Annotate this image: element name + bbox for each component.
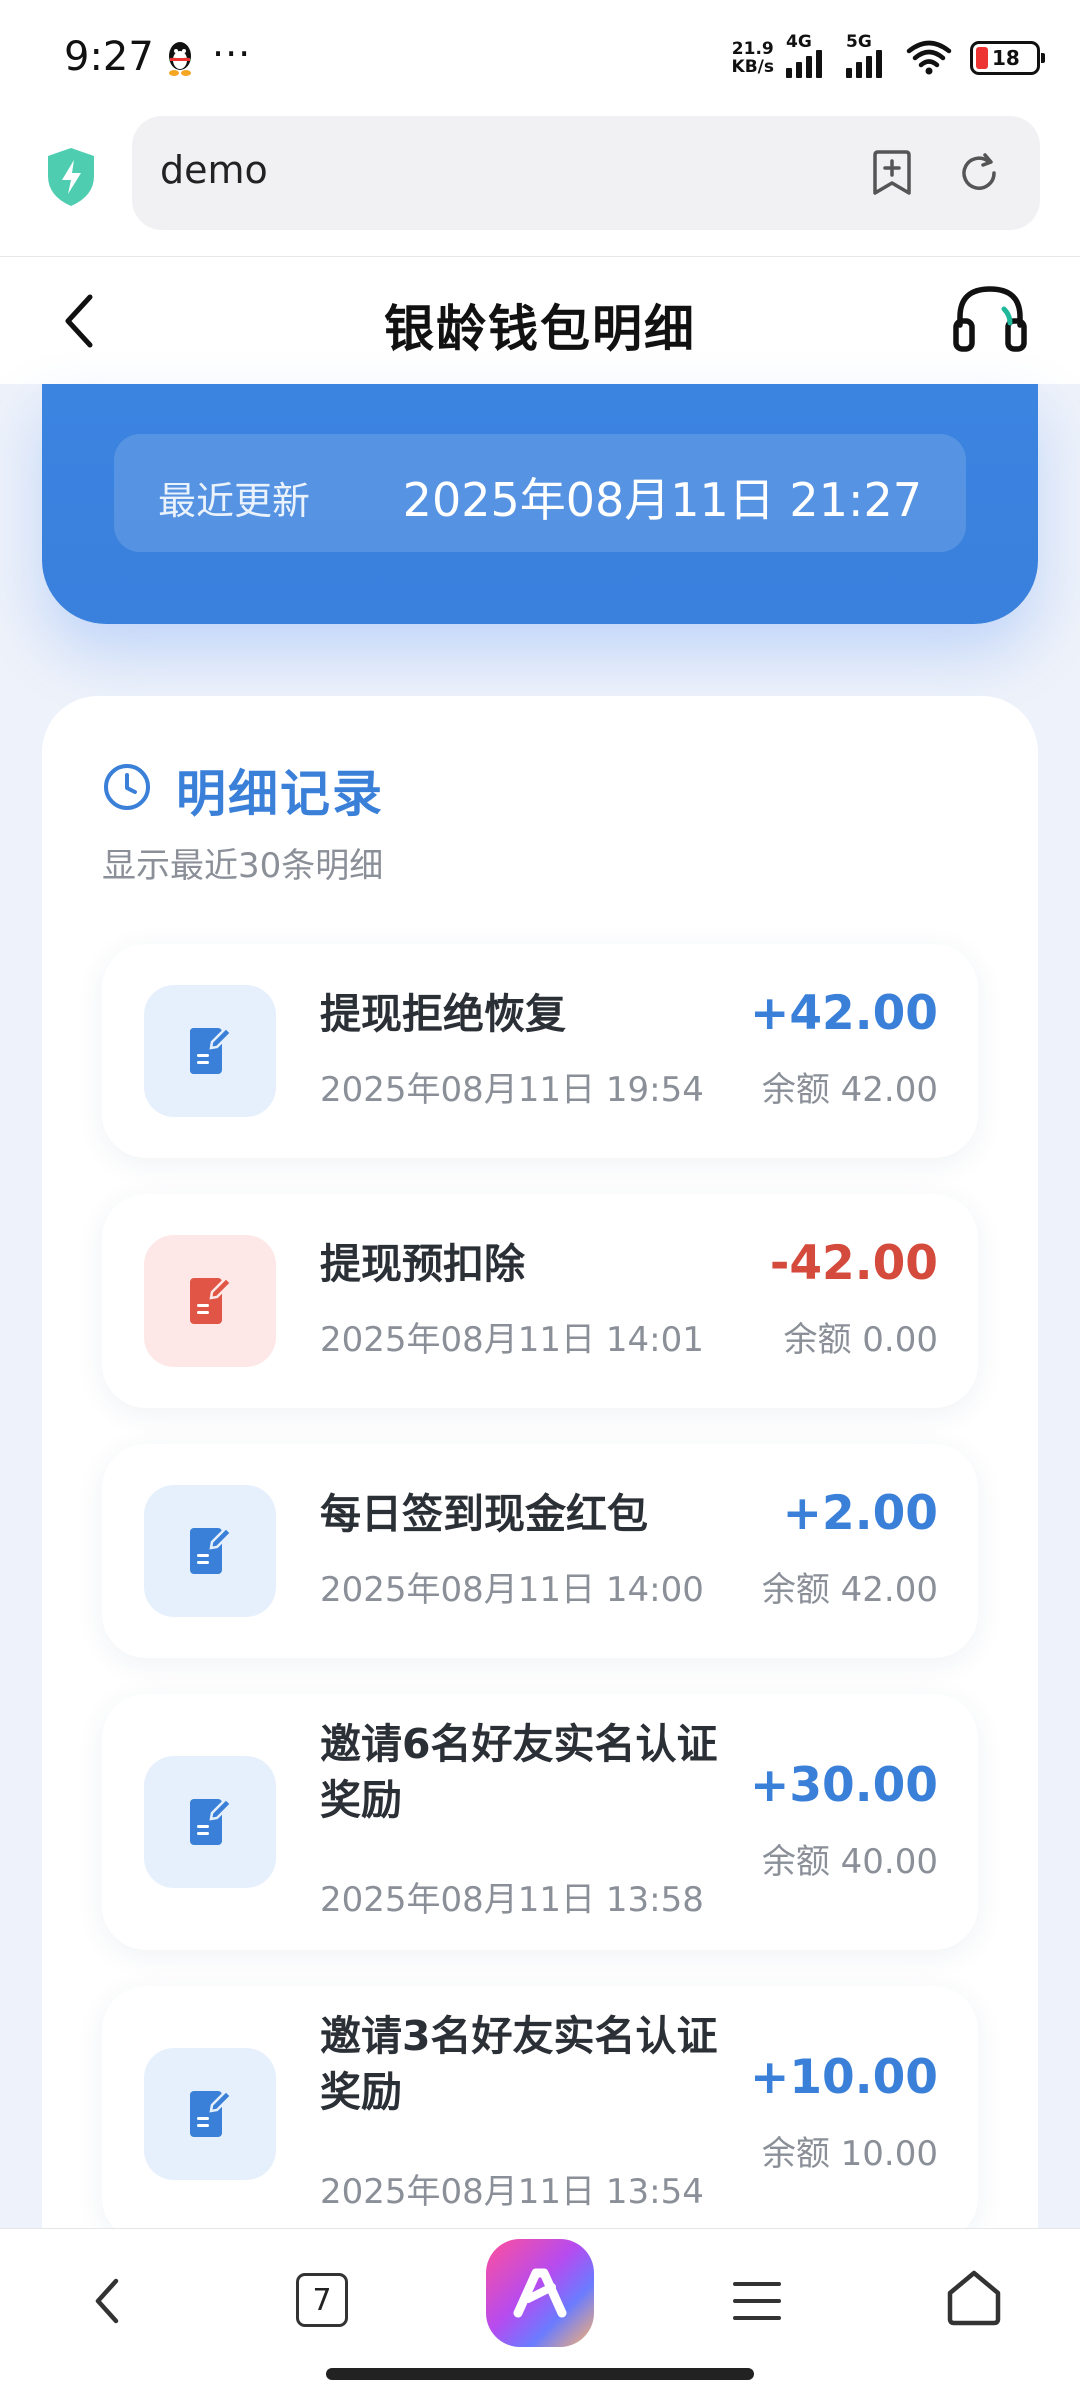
transaction-item[interactable]: 提现拒绝恢复 2025年08月11日 19:54 +42.00 余额 42.00	[102, 944, 978, 1158]
transaction-balance: 余额 10.00	[761, 2134, 938, 2174]
transaction-type-badge	[144, 2048, 276, 2180]
last-update-value: 2025年08月11日 21:27	[402, 473, 922, 527]
wifi-icon	[906, 40, 952, 75]
transaction-balance: 余额 42.00	[761, 1570, 938, 1610]
tabs-count-button[interactable]: 7	[296, 2273, 348, 2327]
transaction-balance: 余额 42.00	[761, 1070, 938, 1110]
status-time: 9:27	[64, 34, 154, 80]
battery-icon: 18	[970, 41, 1045, 75]
home-icon[interactable]	[944, 2267, 1004, 2327]
transaction-time: 2025年08月11日 14:01	[320, 1320, 704, 1360]
transaction-time: 2025年08月11日 13:58	[320, 1880, 704, 1920]
wallet-summary-card: 最近更新 2025年08月11日 21:27	[42, 384, 1038, 624]
transaction-title: 邀请3名好友实名认证奖励	[320, 2012, 718, 2116]
transaction-amount: +30.00	[749, 1758, 938, 1813]
transaction-type-badge	[144, 1756, 276, 1888]
address-bar[interactable]: demo	[132, 116, 1040, 230]
ai-assistant-button[interactable]	[486, 2239, 594, 2347]
transaction-item[interactable]: 邀请3名好友实名认证奖励 2025年08月11日 13:54 +10.00 余额…	[102, 1986, 978, 2242]
page-title: 银龄钱包明细	[384, 300, 696, 358]
ai-assistant-icon	[513, 2268, 567, 2318]
transaction-type-badge	[144, 1235, 276, 1367]
add-bookmark-icon[interactable]	[870, 150, 914, 196]
details-title: 明细记录	[176, 765, 384, 823]
shield-icon[interactable]	[44, 146, 98, 208]
qq-penguin-icon	[169, 42, 191, 76]
transaction-list: 提现拒绝恢复 2025年08月11日 19:54 +42.00 余额 42.00…	[102, 944, 978, 2278]
transaction-item[interactable]: 邀请6名好友实名认证奖励 2025年08月11日 13:58 +30.00 余额…	[102, 1694, 978, 1950]
menu-icon[interactable]	[732, 2279, 782, 2323]
page-header: 银龄钱包明细	[0, 256, 1080, 384]
transaction-amount: +10.00	[749, 2050, 938, 2105]
details-card: 明细记录 显示最近30条明细 提现拒绝恢复 2025年08月11日 19:54 …	[42, 696, 1038, 2256]
status-bar: 9:27 ··· 21.9 KB/s 4G 5G 18	[0, 0, 1080, 116]
transaction-title: 邀请6名好友实名认证奖励	[320, 1720, 718, 1824]
transaction-title: 每日签到现金红包	[320, 1490, 648, 1538]
document-edit-icon	[190, 2089, 233, 2137]
document-edit-icon	[190, 1026, 233, 1074]
transaction-type-badge	[144, 985, 276, 1117]
last-update-box: 最近更新 2025年08月11日 21:27	[114, 434, 966, 552]
transaction-balance: 余额 40.00	[761, 1842, 938, 1882]
transaction-time: 2025年08月11日 13:54	[320, 2172, 704, 2212]
details-subtitle: 显示最近30条明细	[102, 846, 384, 886]
transaction-time: 2025年08月11日 14:00	[320, 1570, 704, 1610]
transaction-item[interactable]: 提现预扣除 2025年08月11日 14:01 -42.00 余额 0.00	[102, 1194, 978, 1408]
transaction-item[interactable]: 每日签到现金红包 2025年08月11日 14:00 +2.00 余额 42.0…	[102, 1444, 978, 1658]
transaction-balance: 余额 0.00	[783, 1320, 938, 1360]
browser-bar: demo	[0, 116, 1080, 256]
document-edit-icon	[190, 1526, 233, 1574]
transaction-title: 提现预扣除	[320, 1240, 525, 1288]
more-notifications-icon: ···	[212, 32, 252, 76]
transaction-amount: -42.00	[769, 1236, 938, 1291]
gesture-home-indicator[interactable]	[326, 2368, 754, 2380]
network-speed: 21.9 KB/s	[731, 39, 774, 77]
transaction-time: 2025年08月11日 19:54	[320, 1070, 704, 1110]
refresh-icon[interactable]	[956, 150, 1002, 196]
status-indicators: 21.9 KB/s 4G 5G 18	[731, 32, 1045, 82]
transaction-amount: +42.00	[749, 986, 938, 1041]
clock-icon	[104, 764, 150, 810]
signal-5g-icon: 5G	[846, 32, 894, 78]
document-edit-icon	[190, 1276, 233, 1324]
transaction-amount: +2.00	[782, 1486, 938, 1541]
nav-back-icon[interactable]	[88, 2271, 128, 2331]
document-edit-icon	[190, 1797, 233, 1845]
last-update-label: 最近更新	[158, 479, 311, 523]
signal-4g-icon: 4G	[786, 32, 834, 78]
customer-service-headset-icon[interactable]	[950, 279, 1030, 359]
address-text[interactable]: demo	[160, 148, 268, 192]
transaction-type-badge	[144, 1485, 276, 1617]
transaction-title: 提现拒绝恢复	[320, 990, 566, 1038]
